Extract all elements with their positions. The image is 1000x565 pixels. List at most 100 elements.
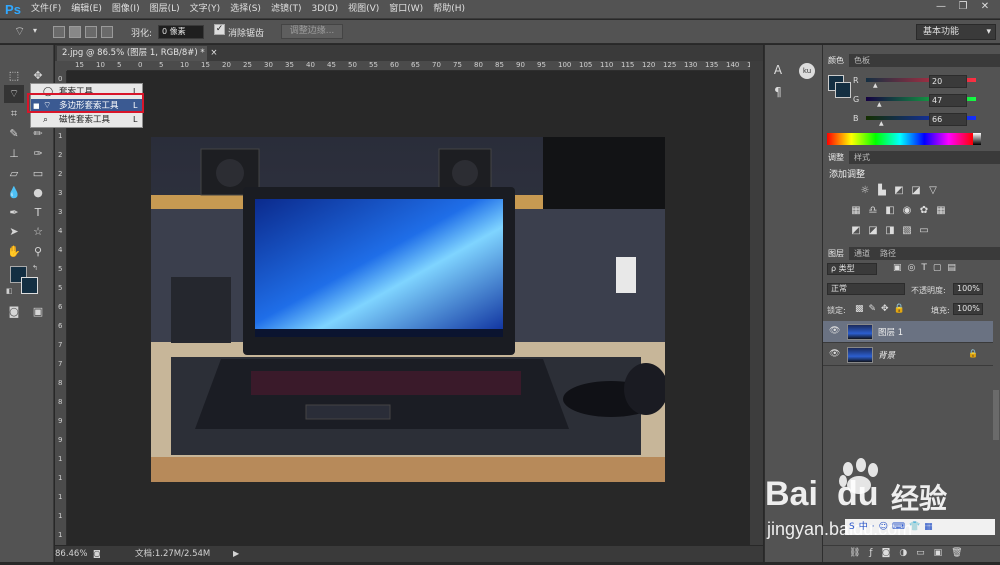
status-preview-icon[interactable]: ◙ [93,546,101,562]
feather-input[interactable]: 0 像素 [158,25,204,39]
menu-image[interactable]: 图像(I) [107,0,145,19]
restore-button[interactable]: ❐ [952,0,974,15]
minimize-button[interactable]: — [930,0,952,15]
history-brush-icon[interactable]: ✑ [28,145,48,163]
flyout-item-magnetic-lasso[interactable]: ⌕ 磁性套索工具 L [31,113,142,127]
tab-adjustments[interactable]: 调整 [823,151,849,164]
quick-mask-icon[interactable]: ◙ [4,303,24,321]
opacity-input[interactable]: 100% [953,283,983,295]
path-select-icon[interactable]: ➤ [4,223,24,241]
exposure-icon[interactable]: ◪ [910,185,922,196]
g-value-input[interactable]: 47 [929,94,967,107]
tab-paths[interactable]: 路径 [875,247,901,260]
b-value-input[interactable]: 66 [929,113,967,126]
r-value-input[interactable]: 20 [929,75,967,88]
menu-edit[interactable]: 编辑(E) [66,0,107,19]
type-tool-icon[interactable]: T [28,204,48,222]
slider-handle-icon[interactable]: ▲ [879,120,884,127]
menu-window[interactable]: 窗口(W) [384,0,428,19]
crop-tool-icon[interactable]: ⌗ [4,105,24,123]
status-menu-arrow-icon[interactable]: ▶ [233,546,239,562]
menu-3d[interactable]: 3D(D) [306,0,343,19]
channel-mixer-icon[interactable]: ✿ [918,205,930,216]
shape-tool-icon[interactable]: ☆ [28,223,48,241]
menu-select[interactable]: 选择(S) [225,0,266,19]
refine-edge-button[interactable]: 调整边缘... [281,24,343,39]
document-scrollbar[interactable] [750,61,763,545]
paragraph-panel-icon[interactable]: ¶ [769,83,787,101]
new-selection-icon[interactable] [53,26,65,38]
slider-handle-icon[interactable]: ▲ [877,101,882,108]
lock-icons[interactable]: ▩✎✥🔒 [855,304,910,314]
layer-row[interactable]: 👁 背景 🔒 [823,344,993,366]
plugin-icon[interactable]: ku [799,63,815,79]
menu-view[interactable]: 视图(V) [343,0,384,19]
swap-colors-icon[interactable]: ↰ [32,264,38,272]
menu-layer[interactable]: 图层(L) [145,0,185,19]
tab-layers[interactable]: 图层 [823,247,849,260]
menu-type[interactable]: 文字(Y) [185,0,226,19]
eye-icon[interactable]: 👁 [829,349,840,359]
dodge-tool-icon[interactable]: ● [28,184,48,202]
intersect-selection-icon[interactable] [101,26,113,38]
layer-filter-icons[interactable]: ▣◎T▢▤ [893,263,962,273]
gradient-map-icon[interactable]: ▭ [918,225,930,236]
close-tab-icon[interactable]: × [210,48,217,58]
menu-file[interactable]: 文件(F) [26,0,66,19]
threshold-icon[interactable]: ◨ [884,225,896,236]
color-balance-icon[interactable]: ♎ [867,205,879,216]
menu-filter[interactable]: 滤镜(T) [266,0,307,19]
zoom-level[interactable]: 86.46% [55,546,87,562]
tab-color[interactable]: 颜色 [823,54,849,67]
antialias-checkbox[interactable]: ✓ [214,24,225,35]
layer-filter-select[interactable]: ρ 类型 [827,263,877,275]
layers-footer-icons[interactable]: ⛓ƒ◙◑▭▣🗑 [849,548,972,558]
add-selection-icon[interactable] [69,26,81,38]
blend-mode-select[interactable]: 正常 [827,283,905,295]
selective-color-icon[interactable]: ▧ [901,225,913,236]
invert-icon[interactable]: ◩ [850,225,862,236]
tab-swatches[interactable]: 色板 [849,54,875,67]
layer-name[interactable]: 图层 1 [878,326,903,338]
document-image[interactable] [151,137,665,482]
zoom-tool-icon[interactable]: ⚲ [28,243,48,261]
menu-help[interactable]: 帮助(H) [428,0,470,19]
pen-tool-icon[interactable]: ✒ [4,204,24,222]
layers-scrollbar[interactable] [993,390,999,440]
tool-preset-dropdown-icon[interactable]: ▾ [33,26,37,35]
eye-icon[interactable]: 👁 [829,326,840,336]
gradient-tool-icon[interactable]: ▭ [28,165,48,183]
layer-name[interactable]: 背景 [878,349,895,361]
hue-sat-icon[interactable]: ▦ [850,205,862,216]
color-spectrum-bar[interactable] [827,133,973,145]
levels-icon[interactable]: ▙ [876,185,888,196]
bw-icon[interactable]: ◧ [884,205,896,216]
close-window-button[interactable]: ✕ [974,0,996,15]
lasso-tool-icon[interactable]: ⌔ [4,85,24,103]
workspace-select[interactable]: 基本功能 ▾ [916,24,996,40]
hand-tool-icon[interactable]: ✋ [4,243,24,261]
fill-input[interactable]: 100% [953,303,983,315]
screen-mode-icon[interactable]: ▣ [28,303,48,321]
curves-icon[interactable]: ◩ [893,185,905,196]
slider-handle-icon[interactable]: ▲ [873,82,878,89]
layer-row[interactable]: 👁 图层 1 [823,321,993,343]
color-lookup-icon[interactable]: ▦ [935,205,947,216]
posterize-icon[interactable]: ◪ [867,225,879,236]
tab-channels[interactable]: 通道 [849,247,875,260]
tab-styles[interactable]: 样式 [849,151,875,164]
eyedropper-tool-icon[interactable]: ✎ [4,125,24,143]
character-panel-icon[interactable]: A [769,61,787,79]
stamp-tool-icon[interactable]: ⊥ [4,145,24,163]
default-colors-icon[interactable]: ◧ [6,287,13,295]
subtract-selection-icon[interactable] [85,26,97,38]
eraser-tool-icon[interactable]: ▱ [4,165,24,183]
bw-ramp[interactable] [973,133,981,145]
brightness-icon[interactable]: ☼ [859,185,871,196]
bg-color-swatch[interactable] [835,82,851,98]
photo-filter-icon[interactable]: ◉ [901,205,913,216]
blur-tool-icon[interactable]: 💧 [4,184,24,202]
document-tab[interactable]: 2.jpg @ 86.5% (图层 1, RGB/8#) * × [57,46,218,61]
background-color-swatch[interactable] [21,277,38,294]
marquee-tool-icon[interactable]: ⬚ [4,67,24,85]
